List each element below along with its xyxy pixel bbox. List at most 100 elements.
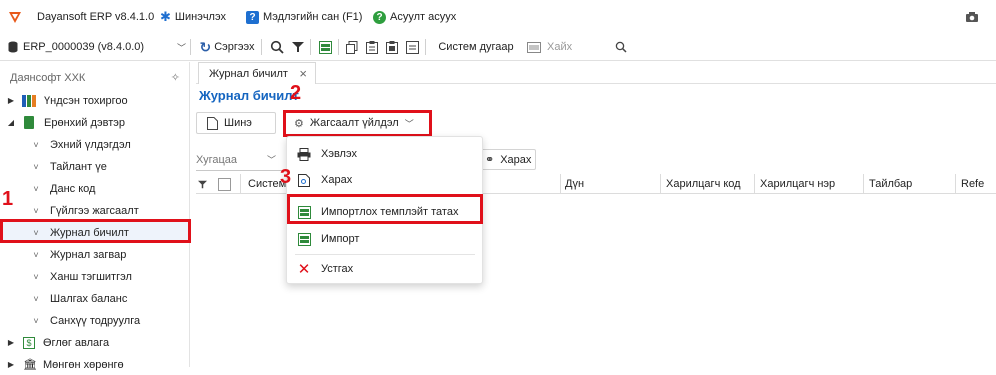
column-divider xyxy=(240,174,241,194)
chevron-down-icon: ˅ xyxy=(33,293,39,304)
sidebar-company: Даянсофт ХХК ✧ xyxy=(10,71,180,85)
clipboard-icon xyxy=(366,40,378,54)
new-button[interactable]: Шинэ xyxy=(196,112,276,134)
system-number-label: Систем дугаар xyxy=(438,41,514,53)
menu-divider xyxy=(295,254,475,255)
refresh-button[interactable]: ↻ Сэргээх xyxy=(196,38,258,56)
menu-item-print[interactable]: Хэвлэх xyxy=(287,141,482,167)
chevron-down-icon: ˅ xyxy=(33,183,39,194)
sidebar-item-transaction-list[interactable]: ˅ Гүйлгээ жагсаалт xyxy=(0,200,190,221)
dollar-icon: $ xyxy=(23,336,35,349)
divider xyxy=(310,39,311,55)
sidebar-item-financial-notes[interactable]: ˅ Санхүү тодруулга xyxy=(0,310,190,331)
divider xyxy=(190,39,191,55)
update-link[interactable]: ✱ Шинэчлэх xyxy=(160,9,226,24)
title-bar: Dayansoft ERP v8.4.1.0 ✱ Шинэчлэх ? Мэдл… xyxy=(0,0,996,33)
clipboard-check-icon xyxy=(386,40,398,54)
sidebar-item-opening-balance[interactable]: ˅ Эхний үлдэгдэл xyxy=(0,134,190,155)
column-header-description[interactable]: Тайлбар xyxy=(869,174,912,194)
divider xyxy=(425,39,426,55)
expand-arrow-icon[interactable]: ▶ xyxy=(6,360,16,369)
column-divider xyxy=(560,174,561,194)
divider xyxy=(338,39,339,55)
menu-item-import[interactable]: Импорт xyxy=(287,226,482,252)
form-button[interactable] xyxy=(404,38,420,56)
sidebar-item-rate-adjustment[interactable]: ˅ Ханш тэгшитгэл xyxy=(0,266,190,287)
chevron-down-icon: ˅ xyxy=(33,161,39,172)
column-header-partner-name[interactable]: Харилцагч нэр xyxy=(760,174,835,194)
tab-strip: Журнал бичилт × xyxy=(196,62,996,84)
sidebar-item-report-period[interactable]: ˅ Тайлант үе xyxy=(0,156,190,177)
paste-button[interactable] xyxy=(364,38,380,56)
excel-button[interactable] xyxy=(316,38,334,56)
view-button[interactable]: ⚭ Харах xyxy=(474,149,536,170)
sidebar-item-trial-balance[interactable]: ˅ Шалгах баланс xyxy=(0,288,190,309)
annotation-box-3 xyxy=(287,194,483,224)
sidebar-item-account-code[interactable]: ˅ Данс код xyxy=(0,178,190,199)
ask-question-link[interactable]: ? Асуулт асуух xyxy=(373,10,456,24)
database-selector[interactable]: ERP_0000039 (v8.4.0.0) ﹀ xyxy=(8,38,186,56)
expand-arrow-icon[interactable]: ▶ xyxy=(6,338,16,347)
column-header-amount[interactable]: Дүн xyxy=(565,174,584,194)
ledger-icon xyxy=(24,116,34,129)
collapse-arrow-icon[interactable]: ◢ xyxy=(6,118,16,127)
annotation-number-3: 3 xyxy=(280,166,292,188)
sidebar: Даянсофт ХХК ✧ ▶ Үндсэн тохиргоо ◢ Ерөнх… xyxy=(0,62,190,371)
close-icon[interactable]: × xyxy=(299,66,307,81)
refresh-icon: ↻ xyxy=(199,38,212,55)
filter-icon xyxy=(292,42,304,52)
grid-settings-icon xyxy=(22,94,36,107)
sidebar-item-cash[interactable]: ▶ 🏛 Мөнгөн хөрөнгө xyxy=(0,354,190,375)
help-icon: ? xyxy=(246,10,259,24)
paste-special-button[interactable] xyxy=(384,38,400,56)
sidebar-item-journal-template[interactable]: ˅ Журнал загвар xyxy=(0,244,190,265)
question-icon: ? xyxy=(373,10,386,24)
chevron-down-icon: ˅ xyxy=(33,315,39,326)
app-logo xyxy=(8,10,22,24)
column-header-partner-code[interactable]: Харилцагч код xyxy=(666,174,741,194)
divider xyxy=(261,39,262,55)
copy-icon xyxy=(346,40,358,54)
sidebar-item-basic-settings[interactable]: ▶ Үндсэн тохиргоо xyxy=(0,90,190,111)
sidebar-item-general-ledger[interactable]: ◢ Ерөнхий дэвтэр xyxy=(0,112,190,133)
annotation-number-1: 1 xyxy=(2,188,14,210)
binoculars-icon: ⚭ xyxy=(485,154,495,166)
column-divider xyxy=(955,174,956,194)
delete-x-icon: ✕ xyxy=(297,261,311,278)
search-icon xyxy=(615,41,627,53)
excel-icon xyxy=(297,232,311,246)
gear-icon: ✱ xyxy=(160,9,171,24)
select-all-checkbox[interactable] xyxy=(218,174,234,194)
column-divider xyxy=(754,174,755,194)
app-title: Dayansoft ERP v8.4.1.0 xyxy=(37,11,155,23)
menu-item-delete[interactable]: ✕ Устгах xyxy=(287,256,482,282)
copy-button[interactable] xyxy=(344,38,360,56)
bank-icon: 🏛 xyxy=(23,359,37,371)
chevron-down-icon: ˅ xyxy=(33,249,39,260)
screenshot-button[interactable] xyxy=(965,10,979,24)
preview-icon xyxy=(298,173,310,187)
search-input[interactable]: Хайх xyxy=(547,41,572,53)
filter-button[interactable] xyxy=(290,38,306,56)
menu-item-view[interactable]: Харах xyxy=(287,167,482,193)
form-icon xyxy=(405,40,419,54)
expand-arrow-icon[interactable]: ▶ xyxy=(6,96,16,105)
pin-icon[interactable]: ✧ xyxy=(171,71,180,84)
dayansoft-logo-icon xyxy=(9,12,21,23)
toolbar-search-field[interactable]: Хайх xyxy=(527,38,627,56)
chevron-down-icon: ˅ xyxy=(33,271,39,282)
chevron-down-icon: ˅ xyxy=(33,205,39,216)
filter-icon[interactable] xyxy=(198,174,212,194)
sidebar-item-payables-receivables[interactable]: ▶ $ Өглөг авлага xyxy=(0,332,190,353)
tab-journal-entry[interactable]: Журнал бичилт × xyxy=(198,62,316,84)
column-header-reference[interactable]: Refe xyxy=(961,174,984,194)
annotation-box-2 xyxy=(283,110,432,137)
annotation-box-1 xyxy=(0,219,191,243)
column-divider xyxy=(660,174,661,194)
column-divider xyxy=(863,174,864,194)
chevron-down-icon: ﹀ xyxy=(266,155,276,165)
search-button[interactable] xyxy=(268,38,286,56)
knowledge-base-link[interactable]: ? Мэдлэгийн сан (F1) xyxy=(246,10,362,24)
period-select[interactable]: Хугацаа ﹀ xyxy=(196,149,286,171)
barcode-icon xyxy=(527,41,541,53)
